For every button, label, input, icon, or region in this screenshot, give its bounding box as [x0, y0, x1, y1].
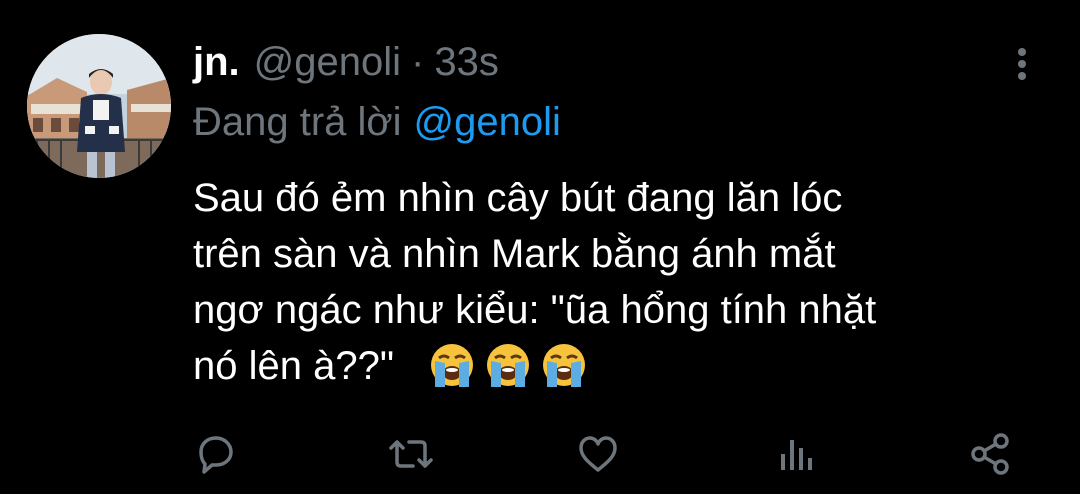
more-options-button[interactable]	[1004, 44, 1040, 84]
heart-icon	[579, 436, 617, 472]
like-button[interactable]	[574, 430, 622, 478]
reply-icon	[199, 436, 233, 474]
analytics-icon	[781, 440, 812, 470]
display-name[interactable]: jn.	[193, 40, 240, 85]
share-icon	[971, 433, 1009, 475]
tweet-actions	[0, 430, 1080, 478]
share-button[interactable]	[967, 430, 1015, 478]
retweet-button[interactable]	[387, 430, 435, 478]
tweet-text-line-last: nó lên à??"	[193, 338, 1023, 394]
timestamp[interactable]: 33s	[434, 40, 499, 85]
tweet-text-fragment: nó lên à??"	[193, 344, 395, 388]
replying-to-label: Đang trả lời	[193, 100, 402, 144]
tweet-text-line: trên sàn và nhìn Mark bằng ánh mắt	[193, 232, 836, 276]
loudly-crying-face-icon	[487, 344, 530, 387]
reply-mention-link[interactable]: @genoli	[414, 100, 561, 144]
analytics-button[interactable]	[772, 430, 820, 478]
avatar-photo	[27, 34, 171, 178]
replying-to: Đang trả lời @genoli	[193, 100, 561, 145]
tweet[interactable]: jn. @genoli · 33s Đang trả lời @genoli Sa…	[0, 0, 1080, 494]
avatar[interactable]	[27, 34, 171, 178]
tweet-text: Sau đó ẻm nhìn cây bút đang lăn lóc trên…	[193, 170, 1023, 394]
more-vertical-icon	[1018, 48, 1026, 80]
loudly-crying-face-icon	[431, 344, 474, 387]
user-handle[interactable]: @genoli	[254, 40, 401, 85]
tweet-text-line: ngơ ngác như kiểu: "ũa hổng tính nhặt	[193, 288, 877, 332]
reply-button[interactable]	[191, 430, 239, 478]
loudly-crying-face-icon	[543, 344, 586, 387]
retweet-icon	[389, 440, 433, 468]
separator: ·	[411, 40, 425, 84]
tweet-text-line: Sau đó ẻm nhìn cây bút đang lăn lóc	[193, 176, 843, 220]
tweet-header: jn. @genoli · 33s	[193, 40, 499, 92]
